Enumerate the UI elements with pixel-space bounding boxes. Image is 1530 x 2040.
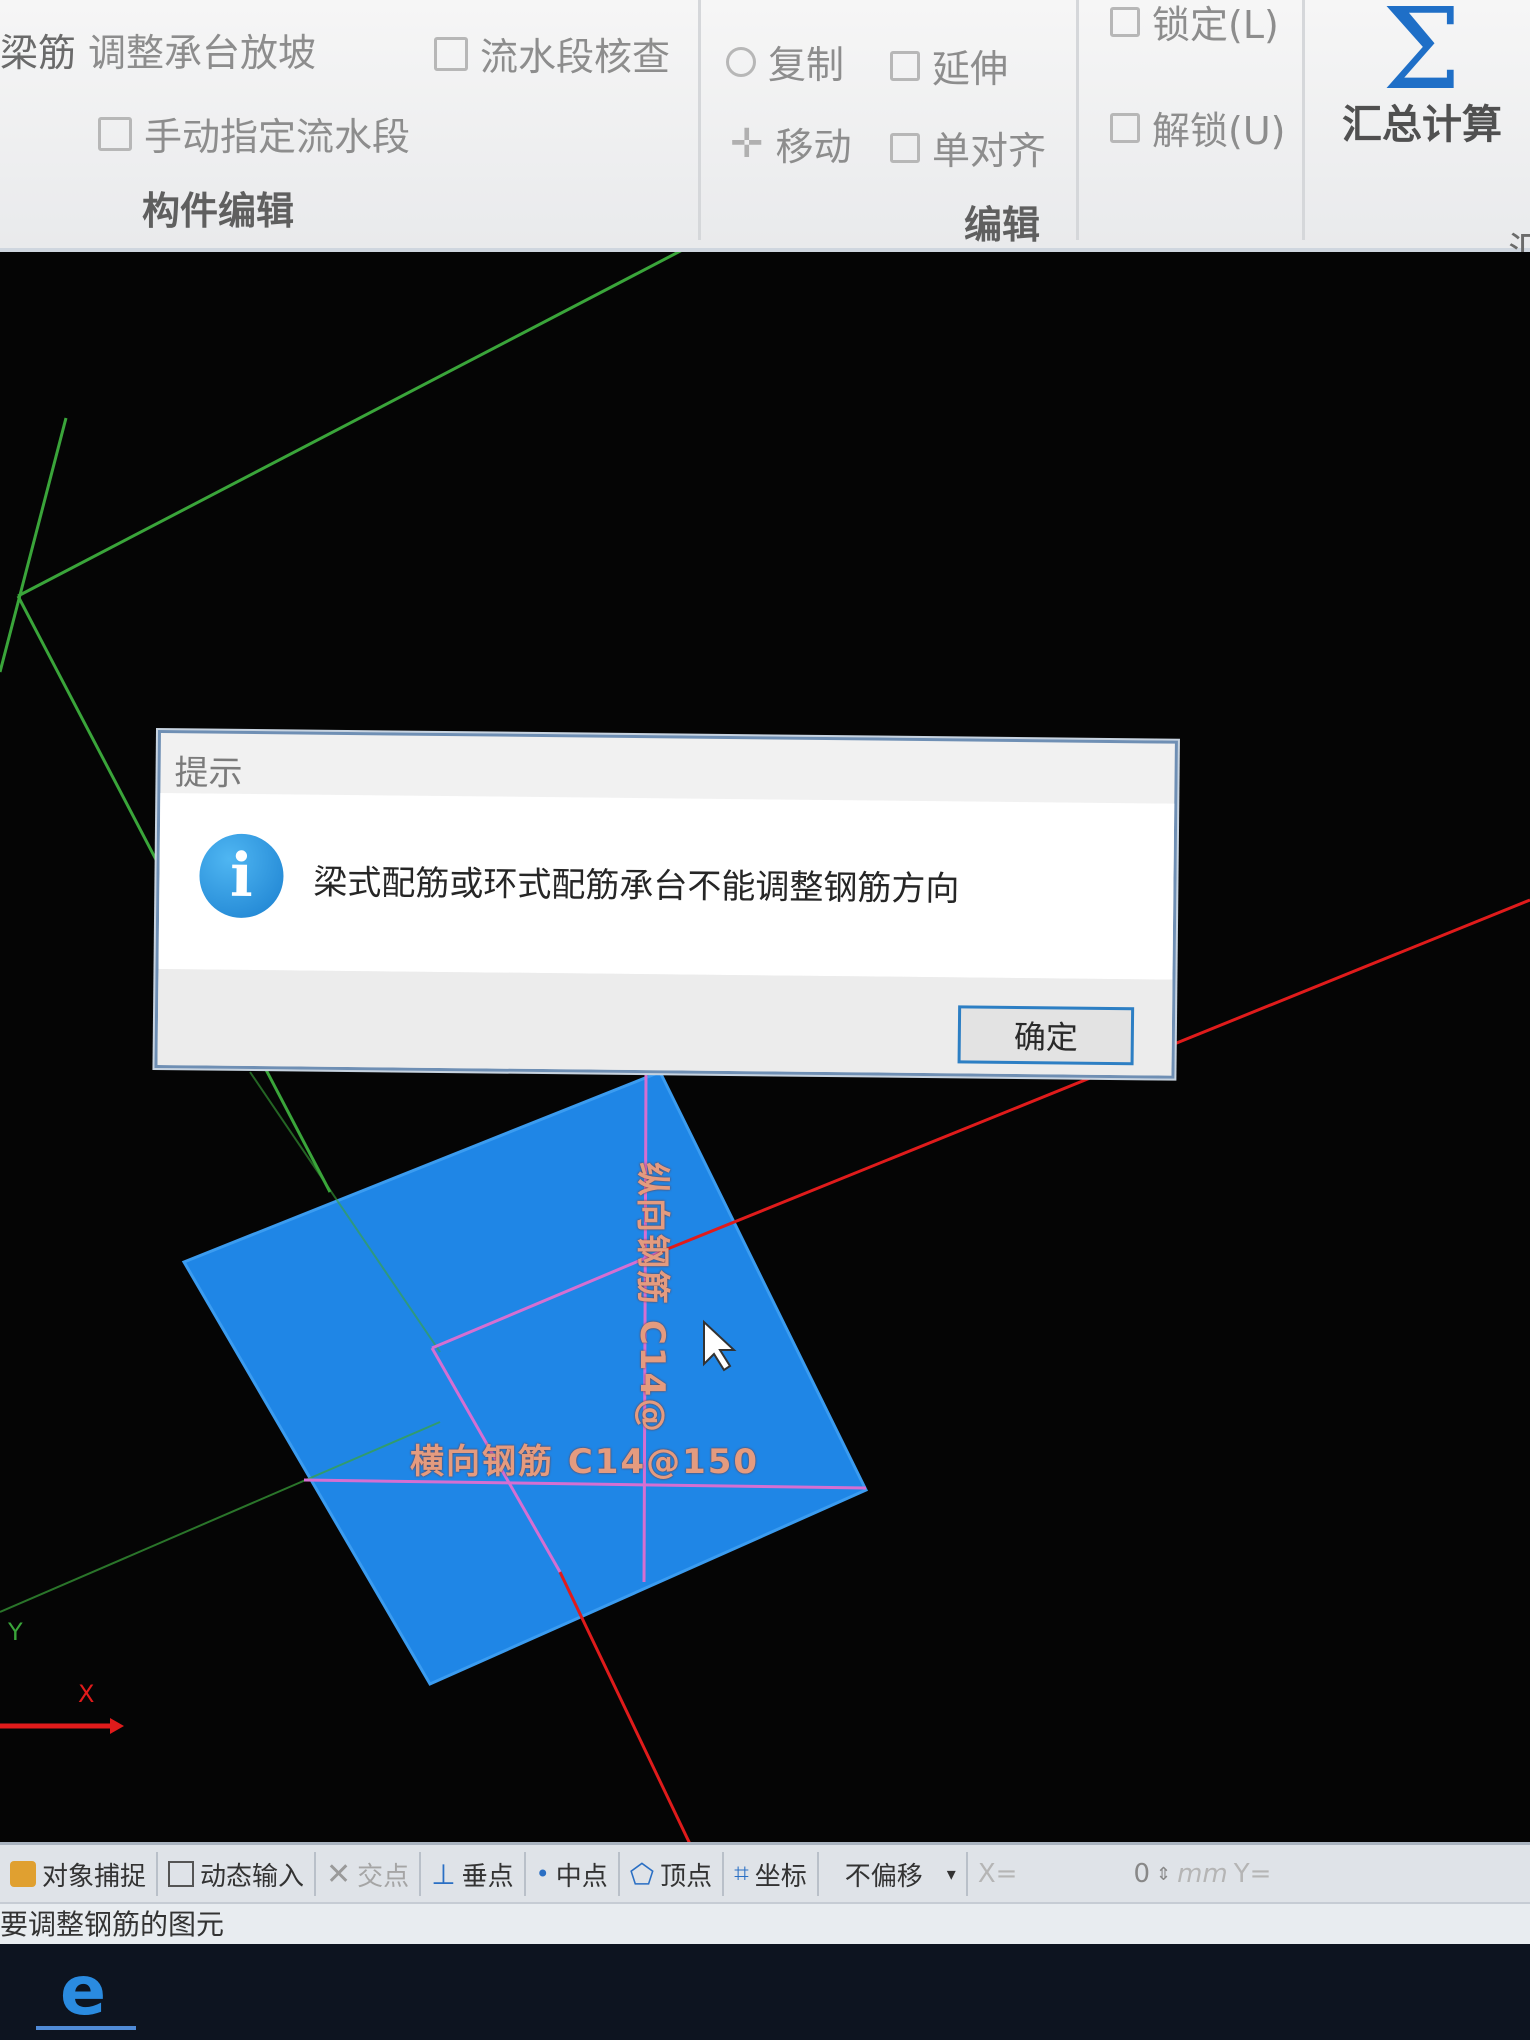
- flow-check-label: 流水段核查: [480, 35, 671, 79]
- info-icon: i: [199, 833, 284, 919]
- x-coordinate-value: 0: [1133, 1859, 1150, 1889]
- status-message: 要调整钢筋的图元: [0, 1902, 1530, 1946]
- ok-button[interactable]: 确定: [957, 1005, 1135, 1066]
- spinner-icon: ⇕: [1156, 1863, 1172, 1885]
- beam-rebar-label: 梁筋: [0, 31, 77, 75]
- unlock-label: 解锁(U): [1152, 109, 1286, 153]
- sum-calc-button[interactable]: 汇总计算: [1342, 92, 1502, 150]
- snap-icon: [10, 1861, 36, 1887]
- offset-mode-select[interactable]: 不偏移 ▾: [819, 1852, 968, 1896]
- dynamic-input-icon: [168, 1861, 195, 1887]
- vertex-label: 顶点: [660, 1861, 713, 1892]
- unlock-icon: [1110, 112, 1140, 143]
- z-axis-line: [0, 417, 68, 673]
- perpendicular-label: 垂点: [461, 1861, 514, 1892]
- ribbon-separator: [1302, 0, 1305, 240]
- intersection-label: 交点: [357, 1861, 410, 1892]
- copy-button[interactable]: 复制: [726, 34, 844, 89]
- horizontal-rebar-label: 横向钢筋 C14@150: [410, 1442, 760, 1482]
- midpoint-toggle[interactable]: • 中点: [526, 1852, 620, 1896]
- snap-toggle[interactable]: 对象捕捉: [0, 1852, 159, 1896]
- pile-cap-slab[interactable]: [181, 1070, 869, 1686]
- sum-icon[interactable]: Σ: [1382, 0, 1461, 106]
- perpendicular-toggle[interactable]: ⊥ 垂点: [421, 1852, 526, 1896]
- x-coordinate-field[interactable]: X= 0 ⇕ mm Y=: [968, 1852, 1282, 1896]
- browser-icon[interactable]: e: [60, 1952, 106, 2031]
- snap-label: 对象捕捉: [42, 1861, 147, 1892]
- align-icon: [890, 132, 920, 163]
- taskbar: e: [0, 1944, 1530, 2040]
- move-label: 移动: [775, 125, 852, 169]
- manual-flow-button[interactable]: 手动指定流水段: [98, 106, 410, 161]
- message-dialog: 提示 i 梁式配筋或环式配筋承台不能调整钢筋方向 确定: [154, 730, 1178, 1079]
- coordinate-label: 坐标: [754, 1861, 807, 1892]
- copy-icon: [726, 46, 756, 77]
- midpoint-label: 中点: [555, 1861, 608, 1892]
- adjust-slope-button[interactable]: 调整承台放坡: [88, 22, 316, 77]
- extend-icon: [890, 50, 920, 81]
- align-button[interactable]: 单对齐: [890, 120, 1046, 175]
- manual-flow-icon: [98, 116, 132, 151]
- x-axis-label: X: [78, 1680, 95, 1708]
- x-unit-label: mm: [1177, 1859, 1228, 1889]
- extend-button[interactable]: 延伸: [890, 38, 1008, 93]
- vertex-toggle[interactable]: ⬠ 顶点: [620, 1852, 725, 1896]
- dynamic-input-toggle[interactable]: 动态输入: [158, 1852, 317, 1896]
- dialog-body: i 梁式配筋或环式配筋承台不能调整钢筋方向: [158, 793, 1175, 980]
- dialog-title: 提示: [174, 753, 243, 794]
- y-coordinate-label: Y=: [1233, 1859, 1272, 1889]
- x-coordinate-label: X=: [977, 1859, 1018, 1889]
- dialog-footer: 确定: [157, 969, 1173, 1076]
- coordinate-icon: ⌗: [734, 1858, 749, 1889]
- intersection-toggle[interactable]: ✕ 交点: [316, 1852, 422, 1896]
- unlock-button[interactable]: 解锁(U): [1110, 100, 1285, 155]
- extend-label: 延伸: [932, 47, 1009, 91]
- dynamic-input-label: 动态输入: [200, 1861, 305, 1892]
- offset-mode-value: 不偏移: [844, 1861, 923, 1892]
- ribbon-separator: [698, 0, 701, 240]
- ribbon-separator: [1076, 0, 1079, 240]
- adjust-slope-label: 调整承台放坡: [88, 31, 317, 75]
- component-edit-group-label: 构件编辑: [142, 189, 295, 233]
- lock-label: 锁定(L): [1152, 3, 1279, 47]
- x-axis-arrow: [110, 1718, 124, 1734]
- move-icon: ✛: [730, 120, 764, 167]
- y-axis-line: [17, 252, 682, 598]
- edit-group-label: 编辑: [964, 203, 1041, 247]
- copy-label: 复制: [768, 43, 845, 87]
- chevron-down-icon: ▾: [946, 1863, 956, 1885]
- x-axis-line: [558, 1571, 692, 1844]
- align-label: 单对齐: [932, 129, 1047, 173]
- ribbon-toolbar: 梁筋 调整承台放坡 流水段核查 手动指定流水段 构件编辑 复制 延伸 ✛ 移动 …: [0, 0, 1530, 273]
- lock-icon: [1110, 6, 1140, 37]
- snap-toolbar: 对象捕捉 动态输入 ✕ 交点 ⊥ 垂点 • 中点 ⬠ 顶点 ⌗ 坐标 不偏移 ▾…: [0, 1842, 1530, 1903]
- vertical-rebar-label: 纵向钢筋 C14@: [632, 1162, 672, 1435]
- active-app-indicator: [36, 2026, 136, 2030]
- dialog-message: 梁式配筋或环式配筋承台不能调整钢筋方向: [313, 862, 960, 910]
- beam-rebar-button[interactable]: 梁筋: [0, 22, 76, 77]
- flow-check-button[interactable]: 流水段核查: [434, 26, 670, 81]
- move-button[interactable]: ✛ 移动: [730, 116, 852, 171]
- vertex-icon: ⬠: [629, 1857, 655, 1891]
- coordinate-toggle[interactable]: ⌗ 坐标: [724, 1852, 819, 1896]
- perpendicular-icon: ⊥: [431, 1857, 456, 1891]
- y-axis-label: Y: [8, 1618, 23, 1646]
- flow-check-icon: [434, 36, 468, 71]
- lock-button[interactable]: 锁定(L): [1110, 0, 1279, 49]
- manual-flow-label: 手动指定流水段: [144, 115, 411, 159]
- intersection-icon: ✕: [326, 1856, 352, 1892]
- midpoint-icon: •: [535, 1860, 550, 1888]
